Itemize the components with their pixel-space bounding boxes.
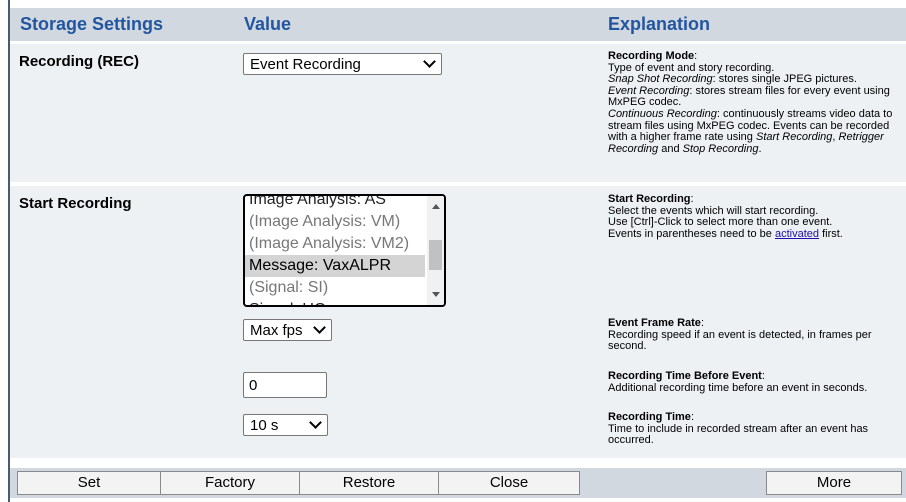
listbox-option[interactable]: (Image Analysis: VM) — [245, 211, 425, 233]
frame-rate-expl-text: Recording speed if an event is detected,… — [608, 328, 872, 353]
start-events-listbox[interactable]: Image Analysis: AS (Image Analysis: VM) (I… — [243, 194, 446, 307]
recording-mode-select[interactable]: Event Recording — [243, 53, 442, 75]
snap-shot-term: Snap Shot Recording — [608, 73, 713, 86]
before-event-explanation: Recording Time Before Event: Additional … — [608, 370, 868, 394]
chevron-down-icon — [309, 416, 322, 429]
listbox-option[interactable]: (Signal: SI) — [245, 277, 425, 299]
recording-time-expl-text: Time to include in recorded stream after… — [608, 422, 869, 447]
recording-time-expl-title: Recording Time — [608, 411, 691, 423]
recording-time-value: 10 s — [250, 417, 279, 434]
chevron-down-icon — [313, 321, 326, 334]
before-event-expl-title: Recording Time Before Event — [608, 370, 762, 382]
recording-expl-title: Recording Mode — [608, 50, 695, 62]
time-before-event-input[interactable]: 0 — [243, 372, 327, 398]
close-button[interactable]: Close — [438, 471, 580, 495]
factory-button[interactable]: Factory — [160, 471, 300, 495]
frame-rate-value: Max fps — [250, 322, 303, 339]
storage-settings-dialog: Storage Settings Value Explanation Recor… — [0, 0, 906, 502]
start-recording-row: Start Recording Image Analysis: AS (Image… — [10, 186, 906, 458]
event-recording-term: Event Recording — [608, 84, 690, 97]
start-recording-label: Start Recording — [19, 195, 132, 212]
listbox-options: Image Analysis: AS (Image Analysis: VM) (I… — [245, 196, 425, 305]
chevron-down-icon — [423, 55, 436, 68]
frame-rate-select[interactable]: Max fps — [243, 319, 332, 341]
start-expl-title: Start Recording — [608, 193, 691, 205]
listbox-option[interactable]: Image Analysis: AS — [245, 196, 425, 211]
left-border — [0, 0, 10, 502]
recording-row: Recording (REC) Event Recording Recordin… — [10, 44, 906, 182]
more-button[interactable]: More — [766, 471, 902, 495]
recording-explanation: Recording Mode: Type of event and story … — [608, 50, 893, 155]
restore-button[interactable]: Restore — [299, 471, 439, 495]
table-header: Storage Settings Value Explanation — [10, 8, 906, 41]
header-explanation: Explanation — [608, 14, 711, 34]
start-expl-line: Use [Ctrl]-Click to select more than one… — [608, 216, 833, 229]
listbox-option[interactable]: Signal: UC — [245, 299, 425, 305]
start-expl-line: Events in parentheses need to be — [608, 227, 772, 240]
and-text: and — [661, 142, 680, 155]
recording-label: Recording (REC) — [19, 53, 139, 70]
stop-recording-term: Stop Recording — [682, 142, 759, 155]
scroll-up-icon[interactable] — [432, 204, 440, 209]
frame-rate-explanation: Event Frame Rate: Recording speed if an … — [608, 317, 872, 353]
set-button[interactable]: Set — [17, 471, 161, 495]
time-before-event-value: 0 — [249, 377, 258, 394]
scrollbar-thumb[interactable] — [429, 240, 442, 270]
recording-time-explanation: Recording Time: Time to include in recor… — [608, 411, 869, 447]
recording-expl-line: Type of event and story recording. — [608, 61, 775, 74]
activated-link[interactable]: activated — [775, 228, 819, 240]
continuous-recording-term: Continuous Recording — [608, 107, 717, 120]
before-event-expl-text: Additional recording time before an even… — [608, 381, 868, 394]
recording-mode-value: Event Recording — [250, 56, 361, 73]
listbox-option[interactable]: (Image Analysis: VM2) — [245, 233, 425, 255]
listbox-option[interactable]: Message: VaxALPR — [245, 255, 425, 277]
start-expl-line: first. — [822, 227, 843, 240]
recording-expl-line: stores single JPEG pictures. — [718, 73, 857, 86]
start-recording-term: Start Recording — [755, 131, 833, 144]
button-bar: Set Factory Restore Close More — [10, 468, 906, 498]
header-storage-settings: Storage Settings — [20, 14, 164, 34]
frame-rate-expl-title: Event Frame Rate — [608, 317, 701, 329]
recording-time-select[interactable]: 10 s — [243, 414, 328, 436]
header-value: Value — [244, 14, 292, 34]
start-recording-explanation: Start Recording: Select the events which… — [608, 193, 843, 240]
listbox-scrollbar[interactable] — [427, 196, 444, 305]
start-expl-line: Select the events which will start recor… — [608, 204, 819, 217]
scroll-down-icon[interactable] — [432, 292, 440, 297]
